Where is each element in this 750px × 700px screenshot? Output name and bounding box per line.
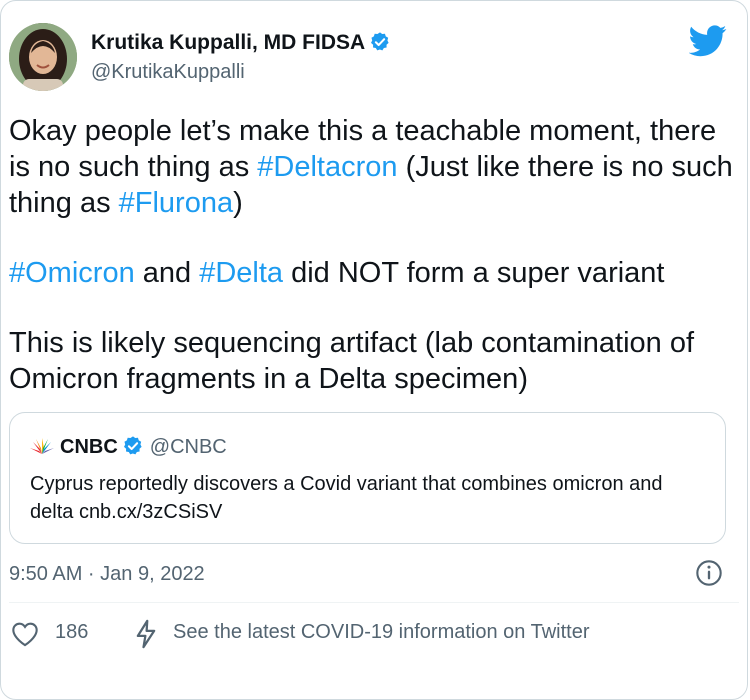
like-count[interactable]: 186 xyxy=(55,621,88,644)
tweet-body: Okay people let’s make this a teachable … xyxy=(9,113,739,431)
tweet-text-segment: did NOT form a super variant xyxy=(283,257,665,289)
quoted-tweet-text: Cyprus reportedly discovers a Covid vari… xyxy=(30,470,710,526)
quoted-author-name: CNBC xyxy=(60,436,118,458)
avatar[interactable] xyxy=(9,23,77,91)
lightning-bolt-icon[interactable] xyxy=(133,619,159,655)
tweet-card: Krutika Kuppalli, MD FIDSA @KrutikaKuppa… xyxy=(0,0,748,700)
twitter-bird-icon[interactable] xyxy=(688,25,727,62)
author-name-row[interactable]: Krutika Kuppalli, MD FIDSA xyxy=(91,31,391,59)
author-handle[interactable]: @KrutikaKuppalli xyxy=(91,61,245,84)
heart-icon[interactable] xyxy=(11,621,39,653)
verified-badge-icon xyxy=(369,31,391,59)
tweet-paragraph-3: This is likely sequencing artifact (lab … xyxy=(9,327,695,395)
hashtag-deltacron[interactable]: #Deltacron xyxy=(257,151,397,183)
tweet-text-segment: ) xyxy=(233,187,243,219)
tweet-paragraph-1: Okay people let’s make this a teachable … xyxy=(9,113,739,221)
quoted-author-handle: @CNBC xyxy=(149,436,227,458)
quoted-tweet-header: CNBC @CNBC xyxy=(30,435,227,463)
tweet-timestamp[interactable]: 9:50 AM · Jan 9, 2022 xyxy=(9,563,205,586)
hashtag-delta[interactable]: #Delta xyxy=(199,257,283,289)
author-name[interactable]: Krutika Kuppalli, MD FIDSA xyxy=(91,31,365,54)
divider xyxy=(9,602,739,603)
hashtag-omicron[interactable]: #Omicron xyxy=(9,257,135,289)
info-icon[interactable] xyxy=(695,559,723,592)
covid-info-link[interactable]: See the latest COVID-19 information on T… xyxy=(173,621,590,644)
quoted-verified-badge-icon xyxy=(122,435,144,463)
cnbc-peacock-logo-icon xyxy=(30,438,54,462)
tweet-paragraph-2: #Omicron and #Delta did NOT form a super… xyxy=(9,255,739,291)
quoted-tweet-link[interactable]: cnb.cx/3zCSiSV xyxy=(79,501,222,523)
tweet-text-segment: and xyxy=(134,257,200,289)
hashtag-flurona[interactable]: #Flurona xyxy=(119,187,233,219)
quoted-tweet[interactable]: CNBC @CNBC Cyprus reportedly discovers a… xyxy=(9,412,726,544)
